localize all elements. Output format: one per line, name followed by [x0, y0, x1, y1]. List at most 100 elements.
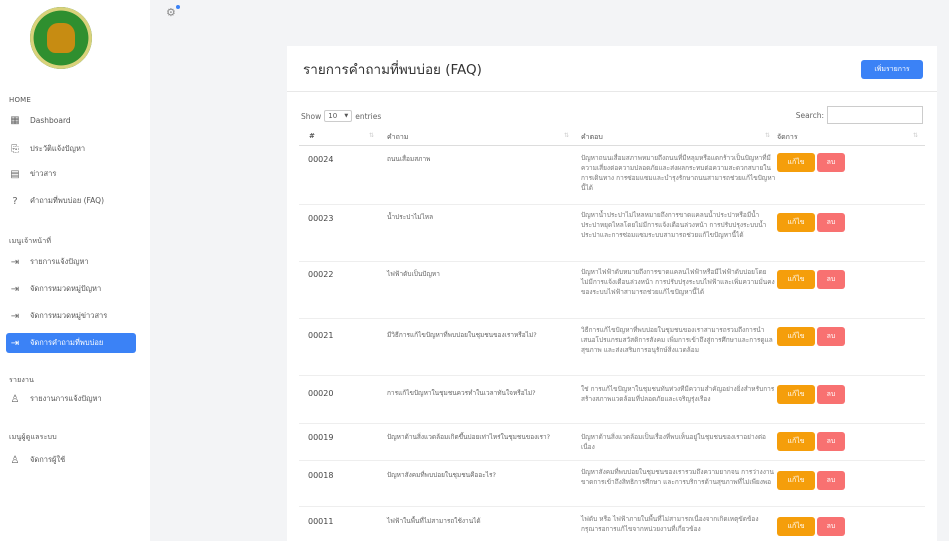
row-id: 00020 [308, 389, 334, 398]
row-question: ถนนเสื่อมสภาพ [387, 155, 431, 163]
show-label: Show [301, 111, 322, 121]
table-row: 00024 ถนนเสื่อมสภาพ ปัญหาถนนเสื่อมสภาพหม… [299, 149, 925, 205]
user-icon: ♙ [10, 393, 20, 405]
table-row: 00018 ปัญหาสังคมที่พบบ่อยในชุมชนคืออะไร?… [299, 461, 925, 507]
dashboard-icon: ▦ [10, 114, 20, 126]
row-answer: ใช่ การแก้ไขปัญหาในชุมชนทันท่วงทีมีความส… [581, 385, 775, 403]
section-reports: รายงาน [9, 376, 35, 384]
delete-button[interactable]: ลบ [817, 327, 845, 346]
table-row: 00022 ไฟฟ้าดับเป็นปัญหา ปัญหาไฟฟ้าดับหมา… [299, 262, 925, 319]
sidebar-item-report-history[interactable]: ⎘ ประวัติแจ้งปัญหา [6, 139, 136, 159]
sidebar-item-label: จัดการหมวดหมู่ปัญหา [30, 284, 102, 293]
search-control: Search: [796, 106, 923, 124]
sidebar-item-label: รายการแจ้งปัญหา [30, 257, 89, 266]
chevron-down-icon: ▼ [344, 113, 349, 119]
row-question: ปัญหาสังคมที่พบบ่อยในชุมชนคืออะไร? [387, 471, 496, 479]
notification-dot [176, 5, 180, 9]
sort-icon: ⇅ [913, 132, 919, 139]
row-actions: แก้ไข ลบ [777, 432, 845, 451]
sidebar-item-label: Dashboard [30, 115, 71, 125]
organization-logo [30, 7, 92, 69]
sidebar-item-label: จัดการคำถามที่พบบ่อย [30, 338, 104, 347]
column-header-id[interactable]: # [309, 132, 315, 140]
row-id: 00023 [308, 214, 334, 223]
sidebar-item-news[interactable]: ▤ ข่าวสาร [6, 164, 136, 184]
edit-button[interactable]: แก้ไข [777, 270, 815, 289]
row-answer: ปัญหาด้านสิ่งแวดล้อมเป็นเรื่องที่พบเห็นอ… [581, 433, 766, 451]
sidebar-item-faq[interactable]: ? คำถามที่พบบ่อย (FAQ) [6, 191, 136, 211]
table-row: 00019 ปัญหาด้านสิ่งแวดล้อมเกิดขึ้นบ่อยเท… [299, 424, 925, 461]
card-divider [287, 91, 937, 92]
delete-button[interactable]: ลบ [817, 432, 845, 451]
sort-icon: ⇅ [564, 132, 570, 139]
table-header: # ⇅ คำถาม ⇅ คำตอบ ⇅ จัดการ ⇅ [299, 128, 925, 146]
delete-button[interactable]: ลบ [817, 517, 845, 536]
sidebar-item-dashboard[interactable]: ▦ Dashboard [6, 110, 136, 130]
delete-button[interactable]: ลบ [817, 270, 845, 289]
row-answer: ปัญหาถนนเสื่อมสภาพหมายถึงถนนที่มีหลุมหรื… [581, 154, 776, 192]
search-input[interactable] [827, 106, 923, 124]
row-answer: ไฟดับ หรือ ไฟฟ้าภายในพื้นที่ไม่สามารถเนื… [581, 515, 759, 533]
notification-gear-icon[interactable]: ⚙ [166, 6, 176, 19]
row-id: 00024 [308, 155, 334, 164]
page-length-control: Show 10 ▼ entries [301, 110, 381, 122]
column-header-actions[interactable]: จัดการ [777, 132, 798, 143]
list-icon: ⇥ [10, 310, 20, 322]
section-admin-menu: เมนูผู้ดูแลระบบ [9, 433, 57, 441]
edit-button[interactable]: แก้ไข [777, 385, 815, 404]
edit-button[interactable]: แก้ไข [777, 327, 815, 346]
faq-card: รายการคำถามที่พบบ่อย (FAQ) เพิ่มรายการ S… [287, 46, 937, 541]
table-row: 00021 มีวิธีการแก้ไขปัญหาที่พบบ่อยในชุมช… [299, 319, 925, 376]
edit-button[interactable]: แก้ไข [777, 213, 815, 232]
delete-button[interactable]: ลบ [817, 153, 845, 172]
page-title: รายการคำถามที่พบบ่อย (FAQ) [303, 62, 482, 78]
entries-label: entries [355, 111, 382, 121]
edit-button[interactable]: แก้ไข [777, 432, 815, 451]
news-icon: ▤ [10, 168, 20, 180]
sort-icon: ⇅ [369, 132, 375, 139]
row-actions: แก้ไข ลบ [777, 385, 845, 404]
row-actions: แก้ไข ลบ [777, 153, 845, 172]
add-item-button[interactable]: เพิ่มรายการ [861, 60, 923, 79]
row-question: น้ำประปาไม่ไหล [387, 213, 434, 221]
row-answer: ปัญหาน้ำประปาไม่ไหลหมายถึงการขาดแคลนน้ำป… [581, 211, 767, 239]
table-row: 00011 ไฟฟ้าในพื้นที่ไม่สามารถใช้งานได้ ไ… [299, 507, 925, 541]
column-header-question[interactable]: คำถาม [387, 132, 408, 143]
delete-button[interactable]: ลบ [817, 385, 845, 404]
table-row: 00020 การแก้ไขปัญหาในชุมชนควรทำในเวลาทัน… [299, 376, 925, 424]
column-header-answer[interactable]: คำตอบ [581, 132, 603, 143]
sidebar-item-label: คำถามที่พบบ่อย (FAQ) [30, 196, 104, 205]
row-answer: ปัญหาสังคมที่พบบ่อยในชุมชนของเรารวมถึงคว… [581, 468, 774, 486]
sidebar-item-problem-list[interactable]: ⇥ รายการแจ้งปัญหา [6, 252, 136, 272]
row-actions: แก้ไข ลบ [777, 327, 845, 346]
sidebar-item-problem-report[interactable]: ♙ รายงานการแจ้งปัญหา [6, 389, 136, 409]
sidebar-item-problem-categories[interactable]: ⇥ จัดการหมวดหมู่ปัญหา [6, 279, 136, 299]
edit-button[interactable]: แก้ไข [777, 471, 815, 490]
row-id: 00011 [308, 517, 334, 526]
sidebar-item-label: รายงานการแจ้งปัญหา [30, 394, 102, 403]
row-question: ไฟฟ้าในพื้นที่ไม่สามารถใช้งานได้ [387, 517, 481, 525]
sidebar-item-label: ประวัติแจ้งปัญหา [30, 144, 86, 153]
user-icon: ♙ [10, 454, 20, 466]
delete-button[interactable]: ลบ [817, 471, 845, 490]
section-staff-menu: เมนูเจ้าหน้าที่ [9, 237, 52, 245]
table-row: 00023 น้ำประปาไม่ไหล ปัญหาน้ำประปาไม่ไหล… [299, 205, 925, 262]
row-actions: แก้ไข ลบ [777, 270, 845, 289]
page-length-value: 10 [328, 112, 338, 120]
row-answer: ปัญหาไฟฟ้าดับหมายถึงการขาดแคลนไฟฟ้าหรือม… [581, 268, 775, 296]
sidebar-item-news-categories[interactable]: ⇥ จัดการหมวดหมู่ข่าวสาร [6, 306, 136, 326]
question-icon: ? [12, 195, 18, 207]
row-question: มีวิธีการแก้ไขปัญหาที่พบบ่อยในชุมชนของเร… [387, 331, 537, 339]
sidebar-item-manage-faq[interactable]: ⇥ จัดการคำถามที่พบบ่อย [6, 333, 136, 353]
delete-button[interactable]: ลบ [817, 213, 845, 232]
edit-button[interactable]: แก้ไข [777, 153, 815, 172]
row-id: 00019 [308, 433, 334, 442]
history-icon: ⎘ [11, 143, 19, 155]
search-label: Search: [795, 110, 824, 120]
row-question: ไฟฟ้าดับเป็นปัญหา [387, 270, 440, 278]
page-length-select[interactable]: 10 ▼ [324, 110, 353, 122]
sidebar-item-manage-users[interactable]: ♙ จัดการผู้ใช้ [6, 450, 136, 470]
list-icon: ⇥ [10, 256, 20, 268]
edit-button[interactable]: แก้ไข [777, 517, 815, 536]
section-home: HOME [9, 96, 32, 104]
